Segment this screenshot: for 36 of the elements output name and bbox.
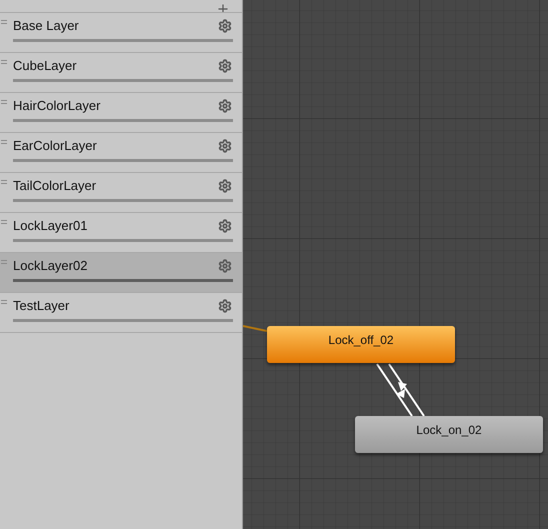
drag-handle-icon[interactable]	[1, 180, 7, 184]
drag-handle-icon[interactable]	[1, 20, 7, 24]
settings-icon[interactable]	[218, 299, 232, 313]
layer-name: Base Layer	[13, 18, 79, 34]
layer-row[interactable]: LockLayer02	[0, 253, 242, 293]
state-node[interactable]: Lock_off_02	[267, 326, 455, 363]
drag-handle-icon[interactable]	[1, 140, 7, 144]
weight-slider[interactable]	[13, 39, 233, 42]
settings-icon[interactable]	[218, 259, 232, 273]
layer-name: LockLayer01	[13, 218, 88, 234]
layer-name: TailColorLayer	[13, 178, 96, 194]
drag-handle-icon[interactable]	[1, 300, 7, 304]
layer-name: TestLayer	[13, 298, 70, 314]
weight-slider[interactable]	[13, 159, 233, 162]
settings-icon[interactable]	[218, 219, 232, 233]
drag-handle-icon[interactable]	[1, 100, 7, 104]
transition-line	[243, 325, 267, 333]
settings-icon[interactable]	[218, 19, 232, 33]
drag-handle-icon[interactable]	[1, 260, 7, 264]
settings-icon[interactable]	[218, 99, 232, 113]
layer-name: EarColorLayer	[13, 138, 97, 154]
settings-icon[interactable]	[218, 139, 232, 153]
drag-handle-icon[interactable]	[1, 220, 7, 224]
layer-name: LockLayer02	[13, 258, 88, 274]
state-node[interactable]: Lock_on_02	[355, 416, 543, 453]
layer-name: CubeLayer	[13, 58, 77, 74]
drag-handle-icon[interactable]	[1, 60, 7, 64]
settings-icon[interactable]	[218, 59, 232, 73]
weight-slider[interactable]	[13, 79, 233, 82]
layer-name: HairColorLayer	[13, 98, 100, 114]
weight-slider[interactable]	[13, 319, 233, 322]
weight-slider[interactable]	[13, 239, 233, 242]
weight-slider[interactable]	[13, 279, 233, 282]
weight-slider[interactable]	[13, 119, 233, 122]
weight-slider[interactable]	[13, 199, 233, 202]
settings-icon[interactable]	[218, 179, 232, 193]
